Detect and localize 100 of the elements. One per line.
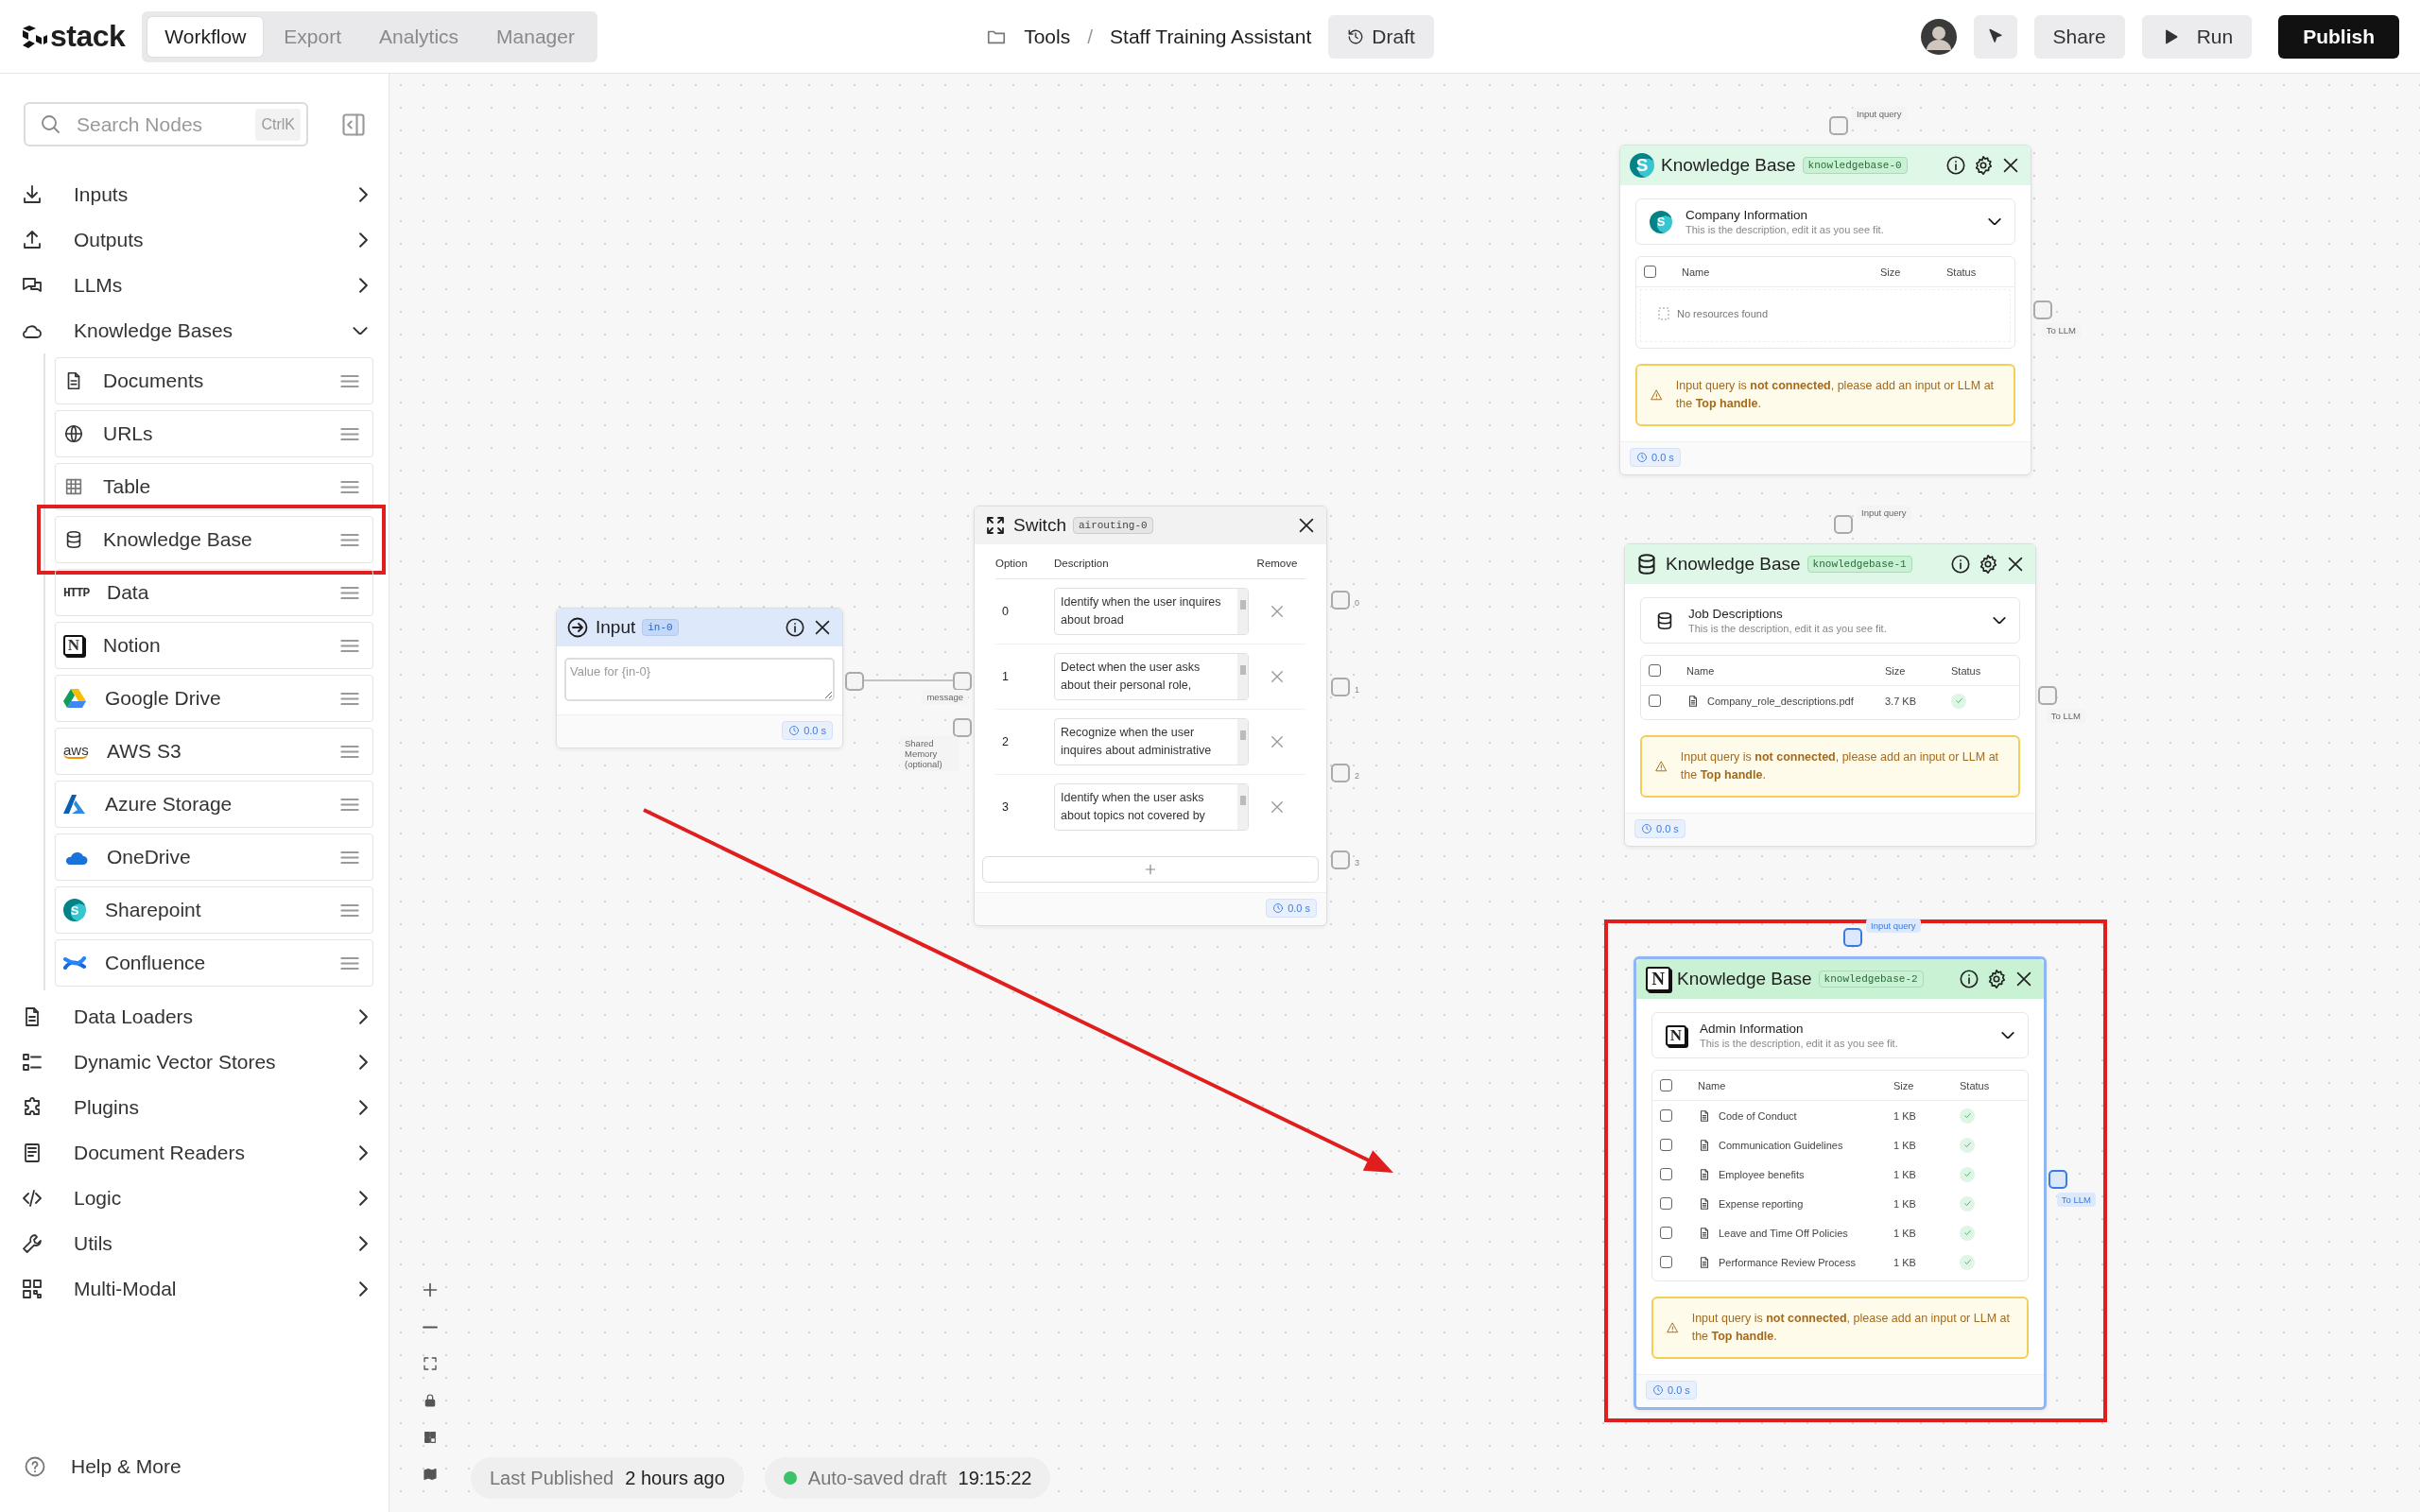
checkbox[interactable] (1660, 1168, 1672, 1180)
category-item[interactable]: Plugins (0, 1085, 389, 1130)
settings-button[interactable] (1978, 554, 1998, 575)
breadcrumb-folder[interactable]: Tools (1024, 25, 1071, 48)
settings-button[interactable] (1973, 155, 1994, 176)
node-item[interactable]: HTTP Data (55, 569, 373, 616)
column-header: Status (1951, 664, 1982, 677)
switch-node[interactable] (974, 506, 1327, 926)
wrench-icon (21, 1232, 43, 1255)
source-card[interactable]: S Company Information This is the description, edit it as you see fit. (1635, 198, 2015, 245)
remove-option-button[interactable] (1269, 799, 1286, 816)
connection-handle[interactable] (953, 672, 972, 691)
checkbox[interactable] (1649, 664, 1661, 677)
connection-handle[interactable] (2033, 300, 2052, 319)
checkbox[interactable] (1644, 266, 1656, 278)
source-title: Job Descriptions (1688, 607, 1784, 621)
connection-handle[interactable] (953, 718, 972, 737)
nav-tab[interactable]: Workflow (147, 16, 264, 57)
file-name: Company_role_descriptions.pdf (1707, 695, 1854, 707)
connection-handle[interactable] (1834, 515, 1853, 534)
node-item[interactable]: Table (55, 463, 373, 510)
upload-icon (21, 229, 43, 251)
node-item[interactable]: aws AWS S3 (55, 728, 373, 775)
category-item[interactable]: Utils (0, 1221, 389, 1266)
column-header: Description (1054, 558, 1110, 569)
node-item[interactable]: OneDrive (55, 833, 373, 881)
source-card[interactable]: N Admin Information This is the description, edit it as you see fit. (1651, 1012, 2029, 1058)
clock-icon (1641, 823, 1652, 834)
pointer-tool-button[interactable] (1973, 14, 2017, 59)
checkbox[interactable] (1660, 1109, 1672, 1122)
checkbox[interactable] (1660, 1079, 1672, 1091)
breadcrumb-separator: / (1087, 25, 1094, 48)
connection-handle[interactable] (2048, 1169, 2067, 1189)
connection-handle[interactable] (1829, 116, 1848, 135)
info-button[interactable] (1945, 155, 1966, 176)
option-number: 0 (1001, 605, 1010, 618)
list-icon (21, 1051, 43, 1074)
source-description: This is the description, edit it as you see fit. (1685, 224, 1885, 235)
node-item[interactable]: URLs (55, 410, 373, 457)
checkbox[interactable] (1660, 1227, 1672, 1239)
description-field[interactable]: Detect when the user asks about their personal role, (1054, 653, 1249, 700)
node-item[interactable]: S Sharepoint (55, 886, 373, 934)
minus-icon (423, 1325, 438, 1329)
node-item[interactable]: N Notion (55, 622, 373, 669)
node-item[interactable]: Google Drive (55, 675, 373, 722)
collapse-sidebar-button[interactable] (340, 111, 367, 138)
run-button[interactable]: Run (2141, 14, 2253, 59)
category-item[interactable]: Dynamic Vector Stores (0, 1040, 389, 1085)
value-field[interactable]: Value for {in-0} (564, 658, 835, 701)
category-item[interactable]: LLMs (0, 263, 389, 308)
knowledge-base-node[interactable] (1634, 956, 2047, 1410)
help-link[interactable]: Help & More (24, 1455, 182, 1478)
timer-text: 0.0 s (1656, 823, 1679, 834)
knowledge-base-node[interactable] (1619, 145, 2031, 475)
connection-handle[interactable] (1843, 928, 1862, 947)
draft-button[interactable]: Draft (1328, 14, 1434, 59)
node-item[interactable]: Knowledge Base (55, 516, 373, 563)
knowledge-base-node[interactable] (1624, 543, 2036, 847)
connection-handle[interactable] (1331, 764, 1350, 782)
share-button[interactable]: Share (2033, 14, 2125, 59)
drag-handle-icon (340, 480, 359, 493)
checkbox[interactable] (1660, 1197, 1672, 1210)
handle-label: Input query (1866, 919, 1921, 933)
description-field[interactable]: Identify when the user asks about topics not covered by (1054, 783, 1249, 831)
category-item[interactable]: Document Readers (0, 1130, 389, 1176)
connection-handle[interactable] (845, 672, 864, 691)
publish-button[interactable]: Publish (2278, 14, 2399, 59)
connection-handle[interactable] (2038, 685, 2057, 705)
input-node[interactable]: Input in-0 Value for {in-0} 0.0 s (556, 608, 843, 748)
node-item[interactable]: Documents (55, 357, 373, 404)
file-icon (1698, 1138, 1711, 1152)
connection-handle[interactable] (1331, 678, 1350, 696)
category-item[interactable]: Knowledge Bases (0, 308, 389, 353)
category-item[interactable]: Inputs (0, 172, 389, 217)
description-field[interactable]: Recognize when the user inquires about administrative (1054, 718, 1249, 765)
chevron-right-icon (359, 1145, 368, 1160)
category-item[interactable]: Multi-Modal (0, 1266, 389, 1312)
connection-handle[interactable] (1331, 850, 1350, 869)
search-icon (39, 112, 61, 135)
info-button[interactable] (785, 617, 805, 638)
category-item[interactable]: Outputs (0, 217, 389, 263)
remove-option-button[interactable] (1269, 733, 1286, 750)
settings-button[interactable] (1986, 969, 2007, 989)
category-item[interactable]: Data Loaders (0, 994, 389, 1040)
map-icon (423, 1467, 438, 1482)
checkbox[interactable] (1660, 1256, 1672, 1268)
info-button[interactable] (1950, 554, 1971, 575)
connection-handle[interactable] (1331, 591, 1350, 610)
letter-logo: N (63, 635, 84, 656)
checkbox[interactable] (1660, 1139, 1672, 1151)
node-item[interactable]: Azure Storage (55, 781, 373, 828)
category-item[interactable]: Logic (0, 1176, 389, 1221)
node-item[interactable]: Confluence (55, 939, 373, 987)
description-field[interactable]: Identify when the user inquires about broad (1054, 588, 1249, 635)
info-button[interactable] (1959, 969, 1979, 989)
checkbox[interactable] (1649, 695, 1661, 707)
clock-icon (1272, 902, 1285, 914)
source-card[interactable]: Job Descriptions This is the description, edit it as you see fit. (1640, 597, 2020, 644)
remove-option-button[interactable] (1269, 603, 1286, 620)
remove-option-button[interactable] (1269, 668, 1286, 685)
